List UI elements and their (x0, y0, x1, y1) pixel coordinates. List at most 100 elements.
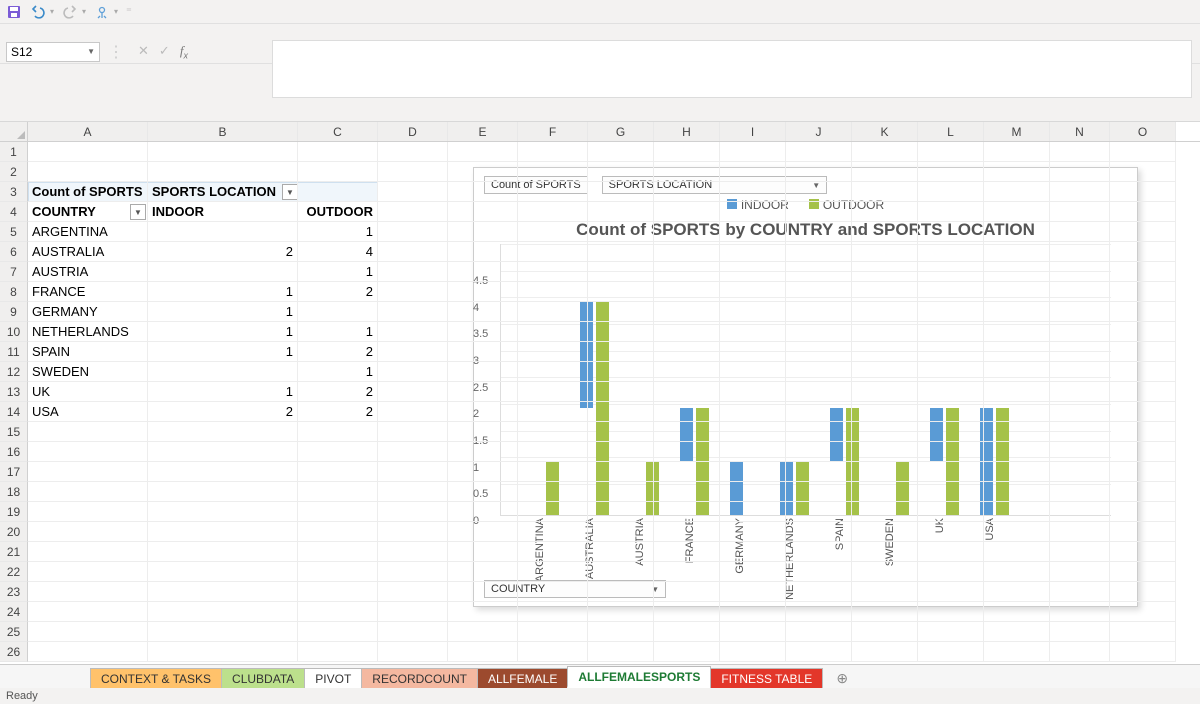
cell-L5[interactable] (918, 222, 984, 242)
cell-L3[interactable] (918, 182, 984, 202)
cell-D15[interactable] (378, 422, 448, 442)
cell-K15[interactable] (852, 422, 918, 442)
cell-L15[interactable] (918, 422, 984, 442)
cell-F15[interactable] (518, 422, 588, 442)
cell-I13[interactable] (720, 382, 786, 402)
cell-K14[interactable] (852, 402, 918, 422)
cell-I9[interactable] (720, 302, 786, 322)
cell-F23[interactable] (518, 582, 588, 602)
cell-L19[interactable] (918, 502, 984, 522)
cell-L20[interactable] (918, 522, 984, 542)
cell-D4[interactable] (378, 202, 448, 222)
column-header-D[interactable]: D (378, 122, 448, 141)
cell-E15[interactable] (448, 422, 518, 442)
cell-E6[interactable] (448, 242, 518, 262)
cell-M5[interactable] (984, 222, 1050, 242)
cell-E10[interactable] (448, 322, 518, 342)
cell-I6[interactable] (720, 242, 786, 262)
cell-C10[interactable]: 1 (298, 322, 378, 342)
cell-O12[interactable] (1110, 362, 1176, 382)
cell-J10[interactable] (786, 322, 852, 342)
cell-F16[interactable] (518, 442, 588, 462)
cell-I23[interactable] (720, 582, 786, 602)
cell-E18[interactable] (448, 482, 518, 502)
cell-N2[interactable] (1050, 162, 1110, 182)
cell-K9[interactable] (852, 302, 918, 322)
cell-G8[interactable] (588, 282, 654, 302)
cell-A3[interactable]: Count of SPORTS (28, 182, 148, 202)
cell-A18[interactable] (28, 482, 148, 502)
column-header-O[interactable]: O (1110, 122, 1176, 141)
cell-M21[interactable] (984, 542, 1050, 562)
cell-I3[interactable] (720, 182, 786, 202)
chevron-down-icon[interactable]: ▼ (87, 47, 95, 56)
cell-H3[interactable] (654, 182, 720, 202)
cell-E25[interactable] (448, 622, 518, 642)
cell-B23[interactable] (148, 582, 298, 602)
column-header-N[interactable]: N (1050, 122, 1110, 141)
cell-D11[interactable] (378, 342, 448, 362)
cell-M23[interactable] (984, 582, 1050, 602)
cell-A19[interactable] (28, 502, 148, 522)
dropdown-caret[interactable]: ▾ (50, 7, 54, 16)
sheet-tab-clubdata[interactable]: CLUBDATA (221, 668, 305, 688)
cell-G21[interactable] (588, 542, 654, 562)
cell-D2[interactable] (378, 162, 448, 182)
cell-D5[interactable] (378, 222, 448, 242)
cell-I16[interactable] (720, 442, 786, 462)
cell-O8[interactable] (1110, 282, 1176, 302)
cell-J2[interactable] (786, 162, 852, 182)
cell-M1[interactable] (984, 142, 1050, 162)
row-header-24[interactable]: 24 (0, 602, 28, 622)
cell-D23[interactable] (378, 582, 448, 602)
cell-M22[interactable] (984, 562, 1050, 582)
cell-E20[interactable] (448, 522, 518, 542)
row-header-17[interactable]: 17 (0, 462, 28, 482)
sheet-tab-allfemale[interactable]: ALLFEMALE (477, 668, 568, 688)
cell-J5[interactable] (786, 222, 852, 242)
cell-O18[interactable] (1110, 482, 1176, 502)
column-header-G[interactable]: G (588, 122, 654, 141)
cell-G16[interactable] (588, 442, 654, 462)
row-header-16[interactable]: 16 (0, 442, 28, 462)
cell-G13[interactable] (588, 382, 654, 402)
cell-A16[interactable] (28, 442, 148, 462)
cell-A25[interactable] (28, 622, 148, 642)
cell-E4[interactable] (448, 202, 518, 222)
cell-N11[interactable] (1050, 342, 1110, 362)
cell-A21[interactable] (28, 542, 148, 562)
row-header-14[interactable]: 14 (0, 402, 28, 422)
row-header-11[interactable]: 11 (0, 342, 28, 362)
cell-J14[interactable] (786, 402, 852, 422)
cell-J17[interactable] (786, 462, 852, 482)
cell-N23[interactable] (1050, 582, 1110, 602)
cell-H23[interactable] (654, 582, 720, 602)
cell-L14[interactable] (918, 402, 984, 422)
cell-C12[interactable]: 1 (298, 362, 378, 382)
cell-F21[interactable] (518, 542, 588, 562)
row-header-7[interactable]: 7 (0, 262, 28, 282)
cell-C16[interactable] (298, 442, 378, 462)
cell-N6[interactable] (1050, 242, 1110, 262)
cell-A11[interactable]: SPAIN (28, 342, 148, 362)
touch-mode-icon[interactable] (94, 4, 110, 20)
cell-N4[interactable] (1050, 202, 1110, 222)
cell-G10[interactable] (588, 322, 654, 342)
cell-F7[interactable] (518, 262, 588, 282)
confirm-formula-button[interactable]: ✓ (159, 43, 170, 61)
cell-J3[interactable] (786, 182, 852, 202)
cell-B4[interactable]: INDOOR (148, 202, 298, 222)
cell-F5[interactable] (518, 222, 588, 242)
cell-E1[interactable] (448, 142, 518, 162)
cell-L25[interactable] (918, 622, 984, 642)
cell-E17[interactable] (448, 462, 518, 482)
cell-J26[interactable] (786, 642, 852, 662)
cell-D21[interactable] (378, 542, 448, 562)
cell-H8[interactable] (654, 282, 720, 302)
cell-O20[interactable] (1110, 522, 1176, 542)
cell-I8[interactable] (720, 282, 786, 302)
cell-A26[interactable] (28, 642, 148, 662)
cell-K18[interactable] (852, 482, 918, 502)
cell-H13[interactable] (654, 382, 720, 402)
cell-L22[interactable] (918, 562, 984, 582)
